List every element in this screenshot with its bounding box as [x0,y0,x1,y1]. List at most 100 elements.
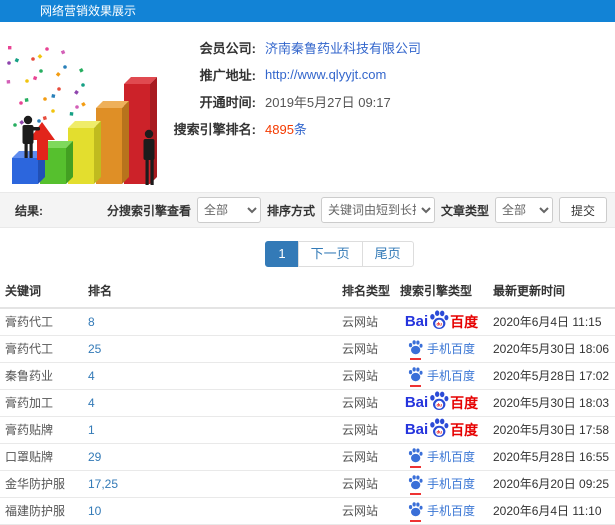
rank-type-cell: 云网站 [337,416,395,444]
results-table: 关键词 排名 排名类型 搜索引擎类型 最新更新时间 膏药代工 8 云网站 Bai d… [0,274,615,525]
rank-cell[interactable]: 4 [83,389,337,417]
filter-controls: 分搜索引擎查看 全部 排序方式 关键词由短到长排序 文章类型 全部 提交 [107,197,607,223]
promo-url-link[interactable]: http://www.qlyyjt.com [265,67,386,82]
article-type-label: 文章类型 [440,203,489,218]
rank-type-cell: 云网站 [337,389,395,417]
keyword-cell: 膏药代工 [0,308,83,336]
rank-type-cell: 云网站 [337,335,395,363]
page-title: 网络营销效果展示 [40,4,137,18]
rank-cell[interactable]: 4 [83,362,337,390]
result-label: 结果: [15,203,43,218]
time-cell: 2020年6月4日 11:15 [488,308,615,336]
svg-text:du: du [437,429,443,434]
bar-chart-clipart-image [6,46,157,185]
svg-text:du: du [437,402,443,407]
engine-rank-count: 4895 [265,122,294,137]
engine-cell: 手机百度 [395,335,488,363]
rank-type-cell: 云网站 [337,308,395,336]
rank-cell[interactable]: 25 [83,335,337,363]
engine-rank-row: 搜索引擎排名: 4895条 [172,115,615,142]
baidu-paw-icon [408,501,423,516]
time-cell: 2020年5月30日 18:06 [488,335,615,363]
open-time-label: 开通时间: [199,95,256,110]
engine-cell: 手机百度 [395,443,488,471]
confetti-dots [6,46,86,131]
open-time-row: 开通时间: 2019年5月27日 09:17 [172,88,615,115]
table-row: 金华防护服 17,25 云网站 手机百度 2020年6月20日 09:25 [0,470,615,498]
engine-type-header: 搜索引擎类型 [395,274,488,309]
engine-rank-suffix: 条 [293,122,307,137]
table-row: 膏药加工 4 云网站 Bai du 百度 2020年5月30日 18:03 [0,389,615,417]
rank-type-cell: 云网站 [337,443,395,471]
engine-cell: 手机百度 [395,362,488,390]
keyword-header: 关键词 [0,274,83,309]
keyword-cell: 膏药加工 [0,389,83,417]
baidu-paw-icon [408,474,423,489]
keyword-cell: 口罩贴牌 [0,443,83,471]
baidu-paw-icon: du [430,391,449,410]
mobile-baidu-logo[interactable]: 手机百度 [408,366,475,387]
rank-cell[interactable]: 17,25 [83,470,337,498]
engine-cell: Bai du 百度 [395,389,488,417]
rank-header: 排名 [83,274,337,309]
last-page-button[interactable]: 尾页 [361,241,414,267]
company-info-list: 会员公司: 济南秦鲁药业科技有限公司 推广地址: http://www.qlyy… [172,22,615,192]
engine-rank-label: 搜索引擎排名: [173,122,256,137]
rank-type-cell: 云网站 [337,470,395,498]
mobile-baidu-logo[interactable]: 手机百度 [408,501,475,522]
table-row: 口罩贴牌 29 云网站 手机百度 2020年5月28日 16:55 [0,443,615,471]
title-bar: 网络营销效果展示 [0,0,615,22]
promo-url-row: 推广地址: http://www.qlyyjt.com [172,61,615,88]
next-page-button[interactable]: 下一页 [297,241,363,267]
promo-url-label: 推广地址: [199,68,256,83]
engine-filter-select[interactable]: 全部 [196,197,261,223]
rank-type-cell: 云网站 [337,362,395,390]
keyword-cell: 金华防护服 [0,470,83,498]
rank-cell[interactable]: 1 [83,416,337,444]
engine-cell: Bai du 百度 [395,416,488,444]
table-body: 膏药代工 8 云网站 Bai du 百度 2020年6月4日 11:15 膏药代工 25 云… [0,308,615,525]
mobile-baidu-logo[interactable]: 手机百度 [408,339,475,360]
keyword-cell: 膏药贴牌 [0,416,83,444]
baidu-paw-icon: du [430,310,449,330]
info-section: 会员公司: 济南秦鲁药业科技有限公司 推广地址: http://www.qlyy… [0,22,615,192]
member-company-label: 会员公司: [199,41,256,56]
table-row: 膏药代工 8 云网站 Bai du 百度 2020年6月4日 11:15 [0,308,615,336]
baidu-logo[interactable]: Bai du 百度 [405,310,478,333]
open-time-value: 2019年5月27日 09:17 [265,95,391,110]
svg-text:du: du [437,322,443,327]
growth-chart-illustration [0,22,172,192]
baidu-paw-icon: du [430,418,449,437]
time-cell: 2020年5月28日 17:02 [488,362,615,390]
time-cell: 2020年5月30日 18:03 [488,389,615,417]
engine-filter-label: 分搜索引擎查看 [106,203,191,218]
table-row: 膏药代工 25 云网站 手机百度 2020年5月30日 18:06 [0,335,615,363]
table-row: 膏药贴牌 1 云网站 Bai du 百度 2020年5月30日 17:58 [0,416,615,444]
baidu-logo[interactable]: Bai du 百度 [405,418,478,441]
engine-cell: Bai du 百度 [395,308,488,336]
sort-filter-label: 排序方式 [266,203,315,218]
mobile-baidu-logo[interactable]: 手机百度 [408,474,475,495]
rank-cell[interactable]: 8 [83,308,337,336]
time-cell: 2020年5月30日 17:58 [488,416,615,444]
baidu-logo[interactable]: Bai du 百度 [405,391,478,414]
keyword-cell: 膏药代工 [0,335,83,363]
pagination: 1 下一页 尾页 [265,241,414,267]
sort-filter-select[interactable]: 关键词由短到长排序 [320,197,435,223]
keyword-cell: 秦鲁药业 [0,362,83,390]
submit-button[interactable]: 提交 [558,197,607,223]
rank-cell[interactable]: 29 [83,443,337,471]
table-row: 秦鲁药业 4 云网站 手机百度 2020年5月28日 17:02 [0,362,615,390]
article-type-select[interactable]: 全部 [494,197,553,223]
rank-type-header: 排名类型 [337,274,395,309]
page-1-button[interactable]: 1 [265,241,299,267]
time-cell: 2020年6月20日 09:25 [488,470,615,498]
baidu-paw-icon [408,339,423,354]
baidu-paw-icon [408,447,423,462]
time-cell: 2020年5月28日 16:55 [488,443,615,471]
update-time-header: 最新更新时间 [488,274,615,309]
baidu-paw-icon [408,366,423,381]
filter-bar: 结果: 分搜索引擎查看 全部 排序方式 关键词由短到长排序 文章类型 全部 提交 [0,192,615,228]
mobile-baidu-logo[interactable]: 手机百度 [408,447,475,468]
member-company-link[interactable]: 济南秦鲁药业科技有限公司 [265,41,421,56]
